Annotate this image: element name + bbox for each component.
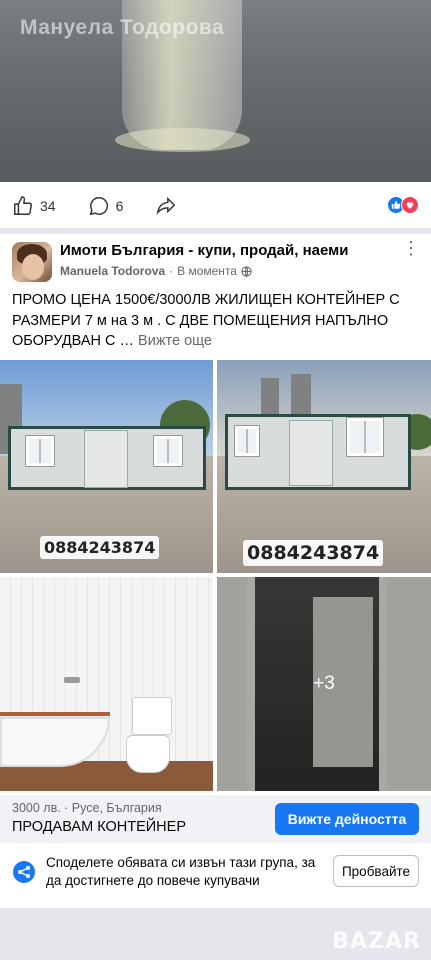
photo-bathroom[interactable] (0, 577, 213, 791)
comment-count: 6 (115, 198, 124, 214)
view-activity-button[interactable]: Вижте дейността (275, 803, 419, 835)
share-promo-text: Споделете обявата си извън тази група, з… (46, 855, 316, 888)
post-header: Имоти България - купи, продай, наеми Man… (0, 236, 431, 286)
photo-interior-more[interactable]: +3 (217, 577, 431, 791)
phone-number-overlay: 0884243874 (40, 536, 160, 559)
share-action[interactable] (155, 195, 183, 217)
phone-number-overlay: 0884243874 (243, 540, 384, 566)
post-time[interactable]: В момента (177, 264, 237, 278)
like-count: 34 (40, 198, 56, 214)
ellipsis-icon[interactable]: ⋮ (402, 239, 421, 257)
reaction-bar: 34 6 (0, 184, 431, 228)
listing-title: ПРОДАВАМ КОНТЕЙНЕР (12, 819, 186, 835)
post-meta: Manuela Todorova · В момента (60, 264, 252, 278)
more-photos-count: +3 (313, 673, 335, 694)
share-listing-icon (13, 861, 35, 883)
meta-separator: · (169, 264, 174, 278)
love-reaction-icon (401, 196, 419, 214)
photo-watermark-name: Мануела Тодорова (20, 16, 225, 39)
post-body: ПРОМО ЦЕНА 1500€/3000ЛВ ЖИЛИЩЕН КОНТЕЙНЕ… (12, 290, 424, 352)
top-post-photo[interactable]: Мануела Тодорова (0, 0, 431, 182)
listing-price-location: 3000 лв. · Русе, България (12, 801, 162, 815)
glass-base (115, 128, 250, 152)
photo-container-front[interactable]: 0884243874 (0, 360, 213, 573)
feed-bottom-divider: BAZAR (0, 908, 431, 960)
avatar[interactable] (12, 242, 52, 282)
author-link[interactable]: Manuela Todorova (60, 264, 165, 278)
see-more-link[interactable]: Вижте още (138, 333, 212, 349)
photo-grid: 0884243874 0884243874 +3 (0, 360, 431, 791)
like-action[interactable]: 34 (12, 195, 56, 217)
comment-action[interactable]: 6 (88, 195, 124, 217)
photo-container-side[interactable]: 0884243874 (217, 360, 431, 573)
toilet (132, 697, 172, 735)
marketplace-listing[interactable]: 3000 лв. · Русе, България ПРОДАВАМ КОНТЕ… (0, 795, 431, 843)
comment-icon (89, 197, 108, 216)
reaction-summary[interactable] (387, 196, 419, 214)
feed-divider (0, 228, 431, 234)
share-arrow-icon (156, 196, 176, 215)
globe-icon (241, 265, 252, 277)
bazar-watermark-logo: BAZAR (332, 929, 421, 954)
share-promo: Споделете обявата си извън тази група, з… (0, 846, 431, 902)
try-button[interactable]: Пробвайте (333, 855, 419, 887)
faucet (64, 677, 80, 683)
thumbs-up-icon (14, 196, 32, 215)
group-name-link[interactable]: Имоти България - купи, продай, наеми (60, 242, 348, 259)
